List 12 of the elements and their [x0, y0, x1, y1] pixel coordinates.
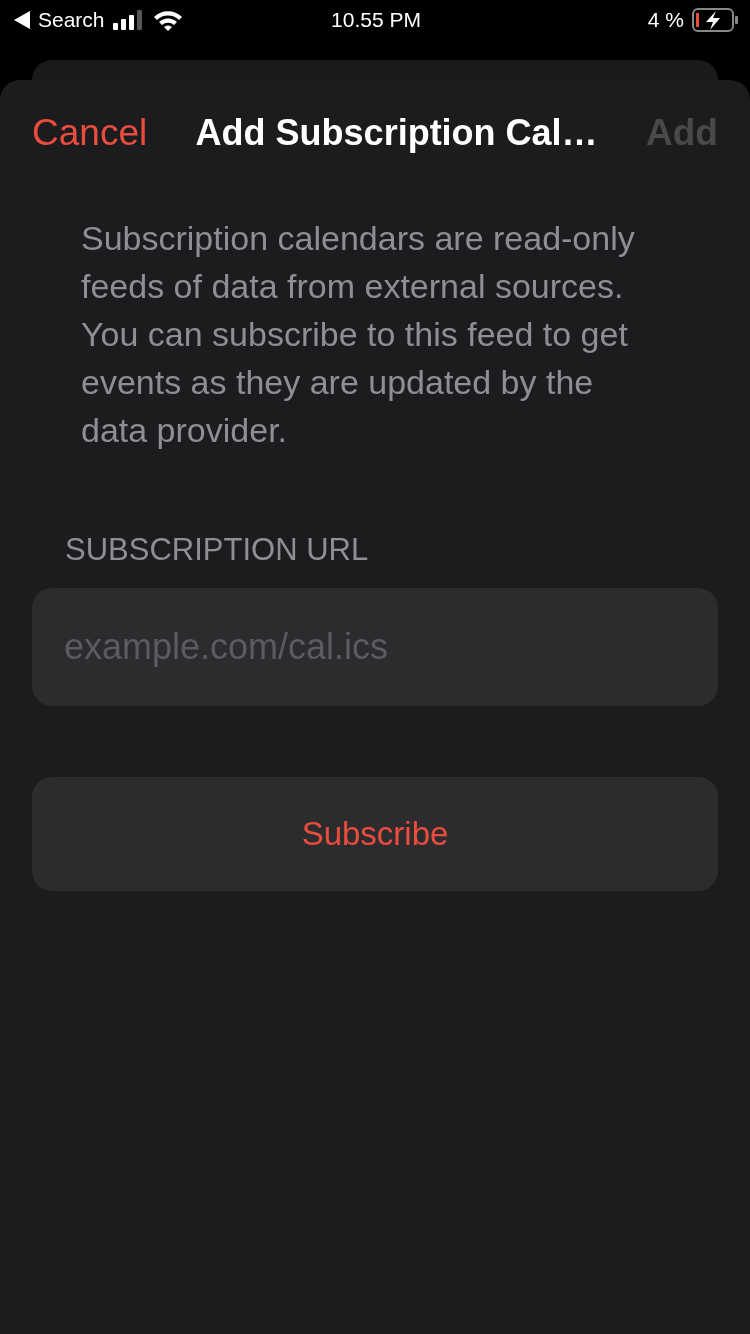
- section-header: SUBSCRIPTION URL: [65, 532, 370, 568]
- signal-icon: [112, 10, 145, 30]
- back-arrow-icon[interactable]: [14, 11, 30, 29]
- description-text: Subscription calendars are read-only feeds of data from external sources. You can subscribe to this feed to get events as they are updated by the data provider.: [81, 218, 636, 451]
- cancel-button[interactable]: Cancel: [32, 112, 148, 154]
- wifi-icon: [152, 9, 183, 31]
- back-label[interactable]: Search: [38, 8, 105, 32]
- sheet-title: Add Subscription Cal…: [195, 112, 598, 154]
- battery-charging-icon: [692, 8, 738, 32]
- status-time: 10.55 PM: [331, 8, 421, 31]
- battery-percent: 4 %: [647, 8, 684, 32]
- subscribe-button[interactable]: Subscribe: [32, 777, 718, 891]
